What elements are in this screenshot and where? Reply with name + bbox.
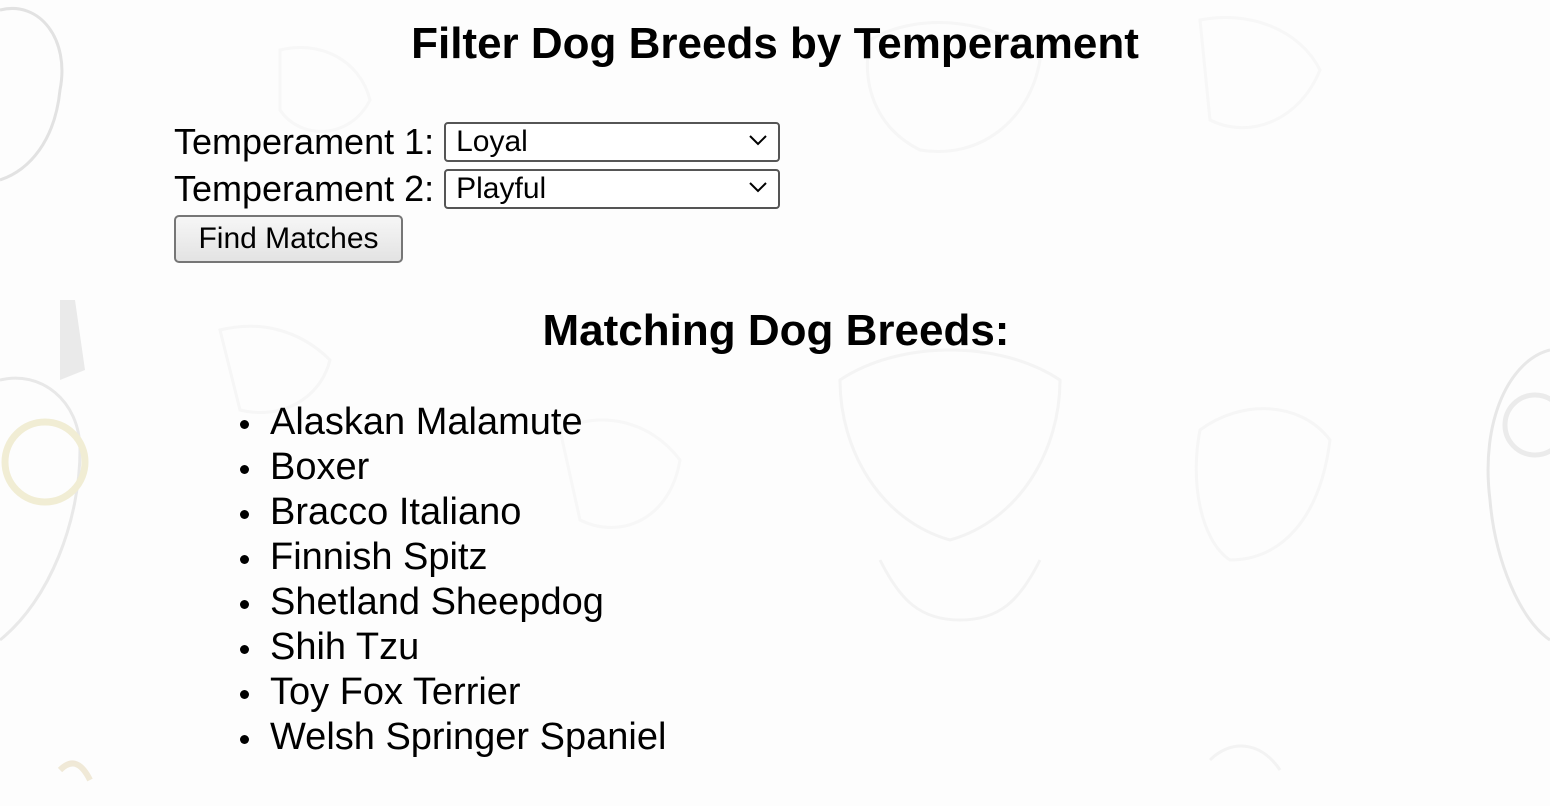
breed-list-item: Alaskan Malamute [239,400,666,445]
temperament-1-label: Temperament 1: [174,120,435,162]
breed-list-item: Shetland Sheepdog [239,580,666,625]
breed-list: Alaskan Malamute Boxer Bracco Italiano F… [239,400,667,760]
temperament-2-selected-value: Playful [456,171,547,205]
find-matches-button[interactable]: Find Matches [174,215,403,263]
results-heading: Matching Dog Breeds: [542,306,1010,355]
breed-list-item: Bracco Italiano [239,490,666,535]
temperament-1-select[interactable]: Loyal [444,121,781,162]
chevron-down-icon [749,134,767,145]
breed-list-item: Shih Tzu [239,625,666,670]
breed-list-item: Toy Fox Terrier [239,670,666,715]
temperament-1-row: Temperament 1: Loyal [174,118,781,165]
temperament-2-label: Temperament 2: [174,167,435,209]
breed-list-item: Finnish Spitz [239,535,666,580]
temperament-2-select[interactable]: Playful [444,168,781,209]
temperament-filter-form: Temperament 1: Loyal Temperament 2: Play… [174,118,781,263]
temperament-2-row: Temperament 2: Playful [174,165,781,212]
chevron-down-icon [749,181,767,192]
temperament-1-selected-value: Loyal [456,124,528,158]
breed-list-item: Boxer [239,445,666,490]
breed-list-item: Welsh Springer Spaniel [239,716,667,758]
page-title: Filter Dog Breeds by Temperament [411,19,1139,68]
